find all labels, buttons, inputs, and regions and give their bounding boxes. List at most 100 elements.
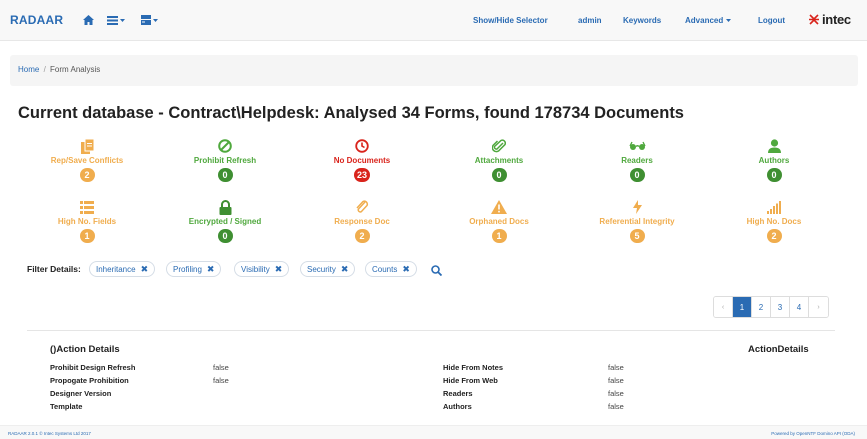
stat-authors[interactable]: Authors 0 <box>714 138 834 183</box>
paperclip-icon <box>439 138 559 154</box>
stat-count-badge: 0 <box>766 168 782 182</box>
breadcrumb: Home / Form Analysis <box>10 55 858 86</box>
filter-chip-profiling: Profiling ✖ <box>166 261 222 277</box>
filter-chip-visibility: Visibility ✖ <box>234 261 290 277</box>
warning-icon <box>439 199 559 215</box>
remove-filter-icon[interactable]: ✖ <box>402 264 410 275</box>
stat-label: Encrypted / Signed <box>188 217 262 226</box>
user-menu-link[interactable]: admin <box>578 16 602 25</box>
stat-count-badge: 0 <box>629 168 645 182</box>
stat-count-badge: 0 <box>217 229 233 243</box>
advanced-label: Advanced <box>685 16 724 25</box>
lock-icon <box>165 199 285 215</box>
brand-link[interactable]: RADAAR <box>10 13 63 27</box>
detail-key: Template <box>50 402 83 411</box>
intec-logo: intec <box>808 12 851 27</box>
remove-filter-icon[interactable]: ✖ <box>341 264 349 275</box>
clock-icon <box>302 138 422 154</box>
user-icon <box>714 138 834 154</box>
database-menu-icon[interactable] <box>107 13 125 27</box>
pagination-page-1[interactable]: 1 <box>733 297 752 317</box>
stat-count-badge: 2 <box>354 229 370 243</box>
reply-icon <box>302 199 422 215</box>
pagination-next[interactable]: › <box>809 297 828 317</box>
breadcrumb-separator: / <box>43 65 46 74</box>
filter-chip-label: Profiling <box>173 264 202 274</box>
action-details-heading-right: ActionDetails <box>748 344 809 355</box>
detail-key: Designer Version <box>50 389 112 398</box>
filter-chip-label: Inheritance <box>96 264 136 274</box>
chevron-down-icon <box>726 19 732 22</box>
filter-details-label: Filter Details: <box>27 264 81 274</box>
footer-copyright[interactable]: RADAAR 2.0.1 © Intec Systems Ltd 2017 <box>8 431 91 436</box>
ban-icon <box>165 138 285 154</box>
detail-value: false <box>608 376 624 385</box>
home-icon[interactable] <box>83 13 94 27</box>
stat-orphaned-docs[interactable]: Orphaned Docs 1 <box>439 199 559 244</box>
pagination-page-2[interactable]: 2 <box>752 297 771 317</box>
detail-value: false <box>608 363 624 372</box>
server-menu-icon[interactable] <box>141 13 158 27</box>
stat-label: Referential Integrity <box>599 217 675 226</box>
filter-chip-counts: Counts ✖ <box>365 261 417 277</box>
stat-label: High No. Docs <box>746 217 802 226</box>
logo-text: intec <box>822 12 851 27</box>
stat-count-badge: 1 <box>79 229 95 243</box>
stat-count-badge: 2 <box>79 168 95 182</box>
pagination-page-4[interactable]: 4 <box>790 297 809 317</box>
stat-encrypted-signed[interactable]: Encrypted / Signed 0 <box>165 199 285 244</box>
pagination-prev[interactable]: ‹ <box>714 297 733 317</box>
stat-label: No Documents <box>333 156 391 165</box>
filter-chip-label: Counts <box>372 264 398 274</box>
files-icon <box>27 138 147 154</box>
stat-count-badge: 5 <box>629 229 645 243</box>
flash-icon <box>577 199 697 215</box>
stat-attachments[interactable]: Attachments 0 <box>439 138 559 183</box>
stat-readers[interactable]: Readers 0 <box>577 138 697 183</box>
stat-high-no-fields[interactable]: High No. Fields 1 <box>27 199 147 244</box>
stat-response-doc[interactable]: Response Doc 2 <box>302 199 422 244</box>
pagination-page-3[interactable]: 3 <box>771 297 790 317</box>
stat-prohibit-refresh[interactable]: Prohibit Refresh 0 <box>165 138 285 183</box>
stat-label: Attachments <box>474 156 524 165</box>
keywords-link[interactable]: Keywords <box>623 16 661 25</box>
signal-icon <box>714 199 834 215</box>
logout-link[interactable]: Logout <box>758 16 785 25</box>
remove-filter-icon[interactable]: ✖ <box>141 264 149 275</box>
detail-value: false <box>608 402 624 411</box>
footer: RADAAR 2.0.1 © Intec Systems Ltd 2017 Po… <box>0 425 867 439</box>
detail-key: Propogate Prohibition <box>50 376 129 385</box>
detail-key: Readers <box>443 389 473 398</box>
glasses-icon <box>577 138 697 154</box>
stat-no-documents[interactable]: No Documents 23 <box>302 138 422 183</box>
detail-value: false <box>608 389 624 398</box>
remove-filter-icon[interactable]: ✖ <box>207 264 215 275</box>
stat-rep-save-conflicts[interactable]: Rep/Save Conflicts 2 <box>27 138 147 183</box>
breadcrumb-current: Form Analysis <box>50 65 101 74</box>
filter-chip-label: Visibility <box>241 264 270 274</box>
filter-chip-security: Security ✖ <box>300 261 356 277</box>
stat-count-badge: 23 <box>353 168 370 182</box>
detail-key: Prohibit Design Refresh <box>50 363 136 372</box>
pagination: ‹ 1 2 3 4 › <box>713 296 829 318</box>
action-details-title: ()Action Details <box>50 344 120 355</box>
footer-powered-by[interactable]: Powered by OpenNTF Domino API (ODA) <box>771 431 855 436</box>
stat-referential-integrity[interactable]: Referential Integrity 5 <box>577 199 697 244</box>
page-title: Current database - Contract\Helpdesk: An… <box>18 104 684 122</box>
stat-count-badge: 0 <box>491 168 507 182</box>
stat-high-no-docs[interactable]: High No. Docs 2 <box>714 199 834 244</box>
filter-chip-label: Security <box>307 264 336 274</box>
detail-value: false <box>213 376 229 385</box>
advanced-menu[interactable]: Advanced <box>685 16 732 25</box>
detail-key: Hide From Web <box>443 376 498 385</box>
section-divider <box>27 330 835 331</box>
detail-key: Hide From Notes <box>443 363 504 372</box>
show-hide-selector-link[interactable]: Show/Hide Selector <box>473 16 548 25</box>
stat-label: Orphaned Docs <box>469 217 529 226</box>
stat-label: Readers <box>621 156 653 165</box>
stat-label: Rep/Save Conflicts <box>50 156 124 165</box>
breadcrumb-home-link[interactable]: Home <box>18 65 39 74</box>
search-icon[interactable] <box>431 263 443 281</box>
list-icon <box>27 199 147 215</box>
remove-filter-icon[interactable]: ✖ <box>275 264 283 275</box>
